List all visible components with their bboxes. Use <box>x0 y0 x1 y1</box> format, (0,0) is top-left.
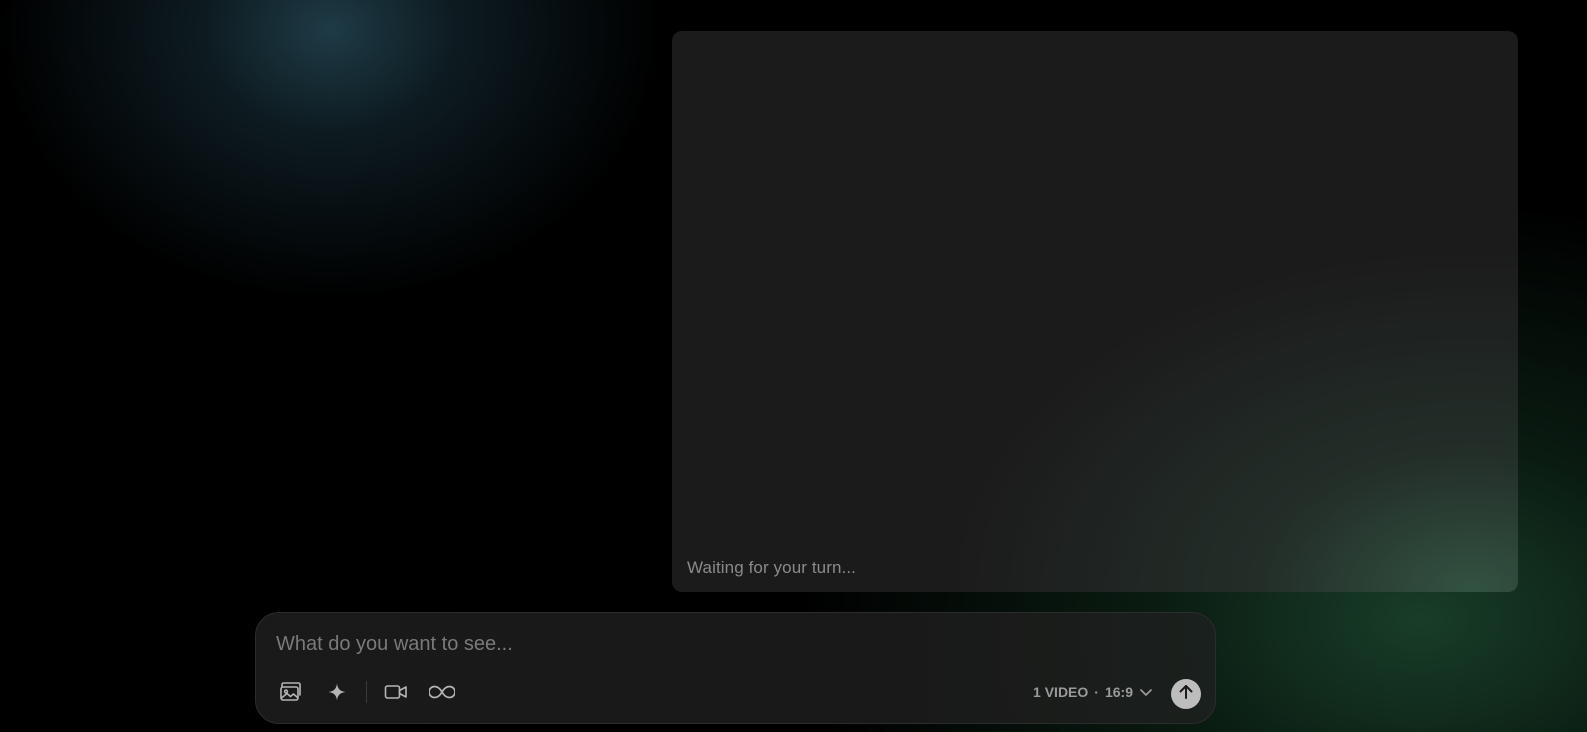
chevron-down-icon <box>1139 687 1153 697</box>
queue-status-text: Waiting for your turn... <box>687 558 856 577</box>
video-mode-button[interactable] <box>379 675 413 709</box>
sparkle-icon <box>327 682 347 702</box>
send-button[interactable] <box>1171 679 1201 709</box>
composer-toolbar <box>274 675 471 709</box>
generation-settings-dropdown[interactable]: 1 VIDEO · 16:9 <box>1033 681 1153 703</box>
image-upload-button[interactable] <box>274 675 308 709</box>
prompt-input[interactable] <box>276 627 1176 661</box>
image-stack-icon <box>279 681 303 703</box>
toolbar-divider <box>366 681 367 703</box>
arrow-up-icon <box>1177 683 1195 706</box>
enhance-prompt-button[interactable] <box>320 675 354 709</box>
prompt-composer: 1 VIDEO · 16:9 <box>255 612 1216 724</box>
aspect-ratio-label: 16:9 <box>1104 684 1133 700</box>
settings-separator: · <box>1094 684 1099 700</box>
loop-button[interactable] <box>425 675 459 709</box>
video-preview-card: Waiting for your turn... <box>672 31 1518 592</box>
infinity-icon <box>429 685 455 699</box>
app-background: Waiting for your turn... What do you wan… <box>0 0 1587 732</box>
video-camera-icon <box>384 683 408 701</box>
video-count-label: 1 VIDEO <box>1033 684 1089 700</box>
